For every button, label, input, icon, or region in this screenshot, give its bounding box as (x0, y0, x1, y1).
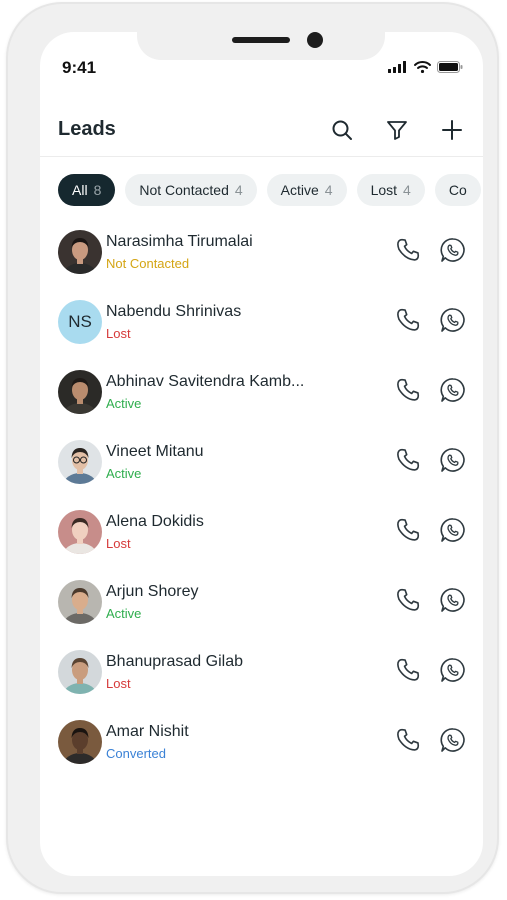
lead-status: Converted (106, 746, 166, 761)
status-time: 9:41 (62, 58, 97, 77)
status-icons (388, 60, 463, 78)
filter-chip-all[interactable]: All 8 (58, 174, 116, 206)
whatsapp-button[interactable] (438, 517, 468, 547)
phone-icon (395, 727, 421, 758)
lead-status: Active (106, 466, 142, 481)
chip-label: Active (280, 182, 319, 198)
whatsapp-button[interactable] (438, 377, 468, 407)
phone-icon (395, 517, 421, 548)
filter-chip-lost[interactable]: Lost 4 (356, 174, 425, 206)
filter-chip-co[interactable]: Co (434, 174, 481, 206)
lead-row[interactable]: Alena Dokidis Lost (40, 497, 483, 567)
wifi-icon (414, 60, 431, 78)
phone-icon (395, 377, 421, 408)
chip-count: 4 (403, 182, 411, 198)
whatsapp-button[interactable] (438, 307, 468, 337)
lead-status: Lost (106, 536, 131, 551)
avatar (58, 230, 102, 274)
screen: 9:41 Leads All 8 Not Contacted 4 Active … (40, 32, 483, 876)
lead-row[interactable]: Vineet Mitanu Active (40, 427, 483, 497)
filter-chip-active[interactable]: Active 4 (266, 174, 347, 206)
filter-chips: All 8 Not Contacted 4 Active 4 Lost 4 Co (58, 174, 483, 206)
notch (137, 32, 385, 60)
plus-icon (442, 120, 462, 140)
avatar (58, 580, 102, 624)
chip-count: 8 (93, 182, 102, 198)
whatsapp-icon (439, 376, 467, 409)
avatar: NS (58, 300, 102, 344)
filter-button[interactable] (382, 115, 412, 145)
search-icon (332, 120, 352, 140)
chip-count: 4 (324, 182, 333, 198)
lead-name: Abhinav Savitendra Kamb... (106, 373, 305, 390)
avatar (58, 510, 102, 554)
lead-status: Lost (106, 676, 131, 691)
camera (307, 32, 323, 48)
whatsapp-button[interactable] (438, 587, 468, 617)
whatsapp-icon (439, 236, 467, 269)
call-button[interactable] (393, 307, 423, 337)
chip-label: Not Contacted (139, 182, 229, 198)
call-button[interactable] (393, 657, 423, 687)
lead-name: Amar Nishit (106, 723, 189, 740)
whatsapp-button[interactable] (438, 657, 468, 687)
lead-name: Nabendu Shrinivas (106, 303, 242, 320)
call-button[interactable] (393, 447, 423, 477)
filter-icon (387, 121, 407, 140)
lead-name: Arjun Shorey (106, 583, 199, 600)
chip-label: Lost (370, 182, 398, 198)
search-button[interactable] (327, 115, 357, 145)
phone-icon (395, 307, 421, 338)
whatsapp-button[interactable] (438, 727, 468, 757)
whatsapp-icon (439, 446, 467, 479)
whatsapp-button[interactable] (438, 237, 468, 267)
lead-name: Vineet Mitanu (106, 443, 204, 460)
lead-row[interactable]: Abhinav Savitendra Kamb... Active (40, 357, 483, 427)
lead-row[interactable]: Arjun Shorey Active (40, 567, 483, 637)
phone-icon (395, 447, 421, 478)
call-button[interactable] (393, 237, 423, 267)
phone-icon (395, 237, 421, 268)
lead-status: Not Contacted (106, 256, 190, 271)
lead-status: Lost (106, 326, 131, 341)
whatsapp-icon (439, 306, 467, 339)
call-button[interactable] (393, 517, 423, 547)
whatsapp-icon (439, 586, 467, 619)
chip-label: Co (448, 182, 467, 198)
avatar (58, 440, 102, 484)
chip-label: All (72, 182, 88, 198)
whatsapp-icon (439, 726, 467, 759)
lead-list: Narasimha Tirumalai Not Contacted NS Nabend… (40, 217, 483, 777)
avatar (58, 370, 102, 414)
avatar (58, 720, 102, 764)
call-button[interactable] (393, 377, 423, 407)
signal-icon (388, 60, 408, 78)
lead-row[interactable]: Narasimha Tirumalai Not Contacted (40, 217, 483, 287)
phone-icon (395, 657, 421, 688)
call-button[interactable] (393, 727, 423, 757)
lead-row[interactable]: Amar Nishit Converted (40, 707, 483, 777)
battery-icon (437, 60, 463, 78)
whatsapp-icon (439, 656, 467, 689)
lead-row[interactable]: Bhanuprasad Gilab Lost (40, 637, 483, 707)
call-button[interactable] (393, 587, 423, 617)
phone-icon (395, 587, 421, 618)
add-lead-button[interactable] (437, 115, 467, 145)
chip-count: 4 (234, 182, 243, 198)
page-title: Leads (58, 118, 116, 140)
avatar (58, 650, 102, 694)
phone-frame: 9:41 Leads All 8 Not Contacted 4 Active … (6, 2, 499, 894)
lead-status: Active (106, 606, 142, 621)
speaker (232, 37, 290, 43)
lead-row[interactable]: NS Nabendu Shrinivas Lost (40, 287, 483, 357)
header: Leads (40, 104, 483, 157)
lead-status: Active (106, 396, 142, 411)
filter-chip-not-contacted[interactable]: Not Contacted 4 (125, 174, 257, 206)
lead-name: Narasimha Tirumalai (106, 233, 253, 250)
lead-name: Bhanuprasad Gilab (106, 653, 243, 670)
whatsapp-icon (439, 516, 467, 549)
whatsapp-button[interactable] (438, 447, 468, 477)
lead-name: Alena Dokidis (106, 513, 204, 530)
